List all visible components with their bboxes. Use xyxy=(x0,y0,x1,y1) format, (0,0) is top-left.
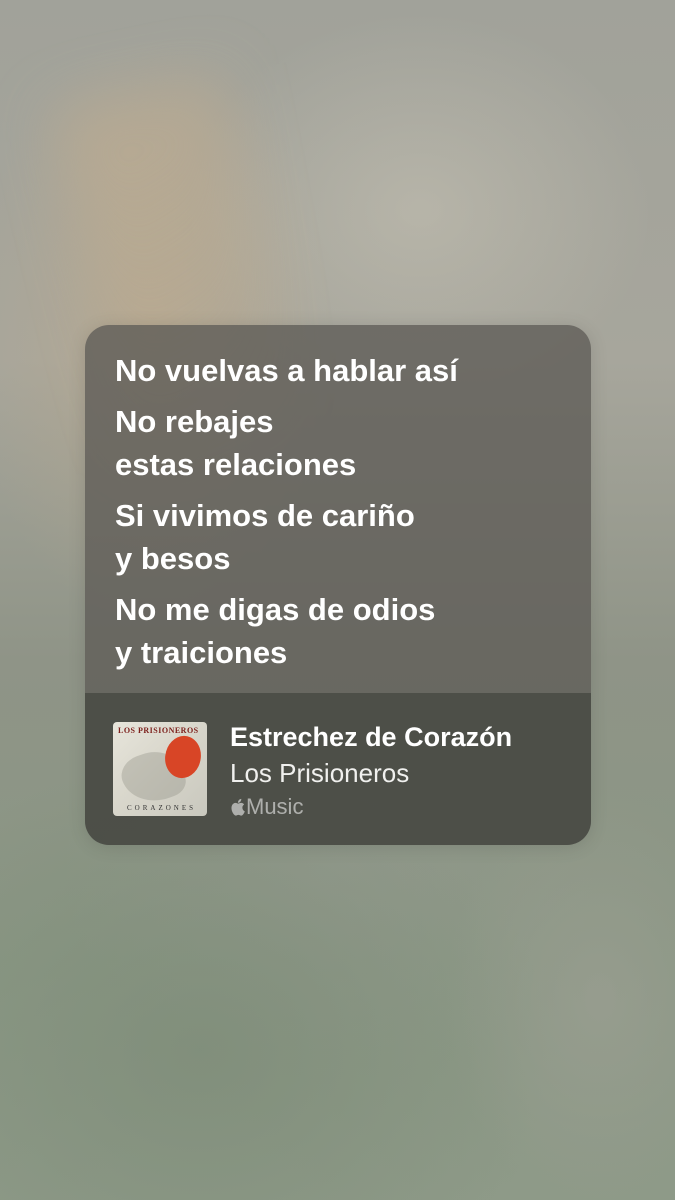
service-label: Music xyxy=(246,794,304,819)
lyric-line: No vuelvas a hablar así xyxy=(115,353,458,388)
song-title: Estrechez de Corazón xyxy=(230,722,513,752)
lyrics-share-card[interactable]: No vuelvas a hablar así No rebajes estas… xyxy=(85,325,591,845)
apple-music-badge: Music xyxy=(230,793,303,821)
track-info-footer[interactable]: LOS PRISIONEROS CORAZONES Estrechez de C… xyxy=(85,693,591,845)
lyrics-block: No vuelvas a hablar así No rebajes estas… xyxy=(85,325,591,693)
lyric-line: No rebajes estas relaciones xyxy=(115,404,357,482)
apple-logo-icon xyxy=(231,798,245,816)
album-art-subtitle: CORAZONES xyxy=(127,804,197,812)
album-art[interactable]: LOS PRISIONEROS CORAZONES xyxy=(113,722,207,816)
lyric-line: No me digas de odios y traiciones xyxy=(115,592,436,670)
artist-name: Los Prisioneros xyxy=(230,758,410,788)
lyric-line: Si vivimos de cariño y besos xyxy=(115,498,415,576)
album-art-title: LOS PRISIONEROS xyxy=(118,726,199,735)
